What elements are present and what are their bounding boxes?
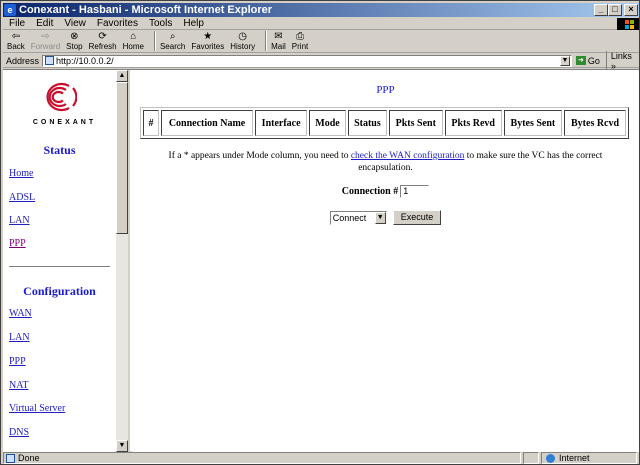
action-row: Connect ▼ Execute	[132, 210, 639, 225]
search-button[interactable]: ⌕ Search	[160, 31, 185, 51]
nav-link-ppp-status[interactable]: PPP	[9, 238, 26, 249]
mail-icon: ✉	[274, 31, 283, 42]
menu-bar: File Edit View Favorites Tools Help	[3, 18, 639, 30]
refresh-button[interactable]: ⟳ Refresh	[89, 31, 117, 51]
status-panel	[523, 452, 539, 464]
nav-frame: CONEXANT Status Home ADSL LAN PPP Config…	[3, 70, 130, 452]
column-header: Bytes Rcvd	[564, 110, 626, 136]
wan-config-notice: If a * appears under Mode column, you ne…	[168, 151, 603, 173]
window-title: Conexant - Hasbani - Microsoft Internet …	[19, 4, 273, 16]
main-frame: PPP # Connection Name Interface Mode Sta…	[132, 70, 639, 452]
table-header-row: # Connection Name Interface Mode Status …	[143, 110, 626, 136]
scroll-thumb[interactable]	[116, 82, 128, 234]
column-header: Connection Name	[160, 110, 254, 136]
favorites-button[interactable]: ★ Favorites	[191, 31, 224, 51]
menu-favorites[interactable]: Favorites	[91, 18, 143, 29]
column-header: #	[143, 110, 159, 136]
internet-explorer-icon: e	[4, 4, 16, 16]
address-url: http://10.0.0.2/	[56, 55, 114, 66]
conexant-logo-icon	[46, 82, 77, 112]
history-button[interactable]: ◷ History	[230, 31, 255, 51]
configuration-heading: Configuration	[23, 284, 96, 298]
globe-icon	[546, 453, 555, 463]
go-arrow-icon: ➜	[575, 56, 586, 65]
column-header: Interface	[255, 110, 308, 136]
connections-table: # Connection Name Interface Mode Status …	[140, 107, 629, 139]
search-icon: ⌕	[169, 31, 176, 42]
page-title: PPP	[376, 84, 395, 96]
page-done-icon	[6, 453, 15, 463]
nav-link-virtual-server[interactable]: Virtual Server	[9, 403, 65, 414]
links-button[interactable]: Links »	[605, 50, 639, 71]
go-button[interactable]: ➜ Go	[575, 56, 600, 66]
nav-scrollbar[interactable]: ▲ ▼	[116, 70, 128, 452]
status-bar: Done Internet	[3, 452, 639, 464]
mail-button[interactable]: ✉ Mail	[271, 31, 286, 51]
back-arrow-icon: ⇦	[11, 31, 21, 42]
security-zone-panel: Internet	[541, 452, 637, 464]
menu-tools[interactable]: Tools	[143, 18, 177, 29]
browser-window: e Conexant - Hasbani - Microsoft Interne…	[0, 0, 640, 465]
action-select[interactable]: Connect ▼	[329, 210, 387, 225]
nav-divider	[9, 266, 110, 268]
wan-config-link[interactable]: check the WAN configuration	[351, 151, 465, 161]
connection-row: Connection # 1	[132, 185, 639, 198]
nav-link-wan[interactable]: WAN	[9, 308, 32, 319]
nav-link-dns[interactable]: DNS	[9, 427, 29, 438]
favorites-icon: ★	[203, 31, 213, 42]
home-button[interactable]: ⌂ Home	[123, 31, 144, 51]
nav-link-adsl[interactable]: ADSL	[9, 192, 35, 203]
history-icon: ◷	[238, 31, 248, 42]
menu-file[interactable]: File	[3, 18, 30, 29]
stop-button[interactable]: ⊗ Stop	[66, 31, 82, 51]
close-button[interactable]: ×	[624, 4, 638, 16]
connection-label: Connection #	[341, 186, 399, 197]
menu-view[interactable]: View	[58, 18, 91, 29]
menu-help[interactable]: Help	[177, 18, 209, 29]
maximize-button[interactable]: □	[608, 4, 622, 16]
chevron-down-icon[interactable]: ▼	[374, 211, 386, 224]
address-input[interactable]: http://10.0.0.2/	[42, 54, 572, 67]
refresh-icon: ⟳	[98, 31, 107, 42]
toolbar-separator	[265, 31, 268, 51]
status-heading: Status	[43, 143, 76, 157]
forward-arrow-icon: ⇨	[41, 31, 50, 42]
title-bar: e Conexant - Hasbani - Microsoft Interne…	[3, 3, 639, 17]
scroll-down-icon[interactable]: ▼	[116, 440, 128, 452]
content-area: CONEXANT Status Home ADSL LAN PPP Config…	[3, 69, 639, 452]
column-header: Status	[347, 110, 387, 136]
back-button[interactable]: ⇦ Back	[7, 31, 25, 51]
menu-edit[interactable]: Edit	[30, 18, 58, 29]
forward-button[interactable]: ⇨ Forward	[31, 31, 60, 51]
nav-link-ppp-config[interactable]: PPP	[9, 356, 26, 367]
stop-icon: ⊗	[70, 31, 79, 42]
nav-link-lan-config[interactable]: LAN	[9, 332, 30, 343]
address-dropdown-icon[interactable]: ▼	[560, 55, 570, 66]
nav-link-nat[interactable]: NAT	[9, 380, 28, 391]
execute-button[interactable]: Execute	[392, 210, 442, 225]
print-button[interactable]: ⎙ Print	[292, 31, 308, 51]
home-icon: ⌂	[130, 31, 137, 42]
column-header: Bytes Sent	[503, 110, 563, 136]
minimize-button[interactable]: _	[594, 4, 608, 16]
windows-logo-icon	[617, 18, 639, 30]
connection-number-input[interactable]: 1	[400, 185, 430, 198]
column-header: Pkts Revd	[444, 110, 502, 136]
print-icon: ⎙	[296, 31, 305, 42]
toolbar: ⇦ Back ⇨ Forward ⊗ Stop ⟳ Refresh ⌂ Home…	[3, 31, 639, 53]
toolbar-separator	[153, 31, 156, 51]
nav-link-home[interactable]: Home	[9, 168, 33, 179]
address-bar: Address http://10.0.0.2/ ▼ ➜ Go Links »	[3, 50, 639, 71]
status-text-panel: Done	[3, 452, 521, 464]
address-label: Address	[6, 55, 40, 66]
column-header: Mode	[309, 110, 346, 136]
nav-link-lan-status[interactable]: LAN	[9, 215, 30, 226]
scroll-up-icon[interactable]: ▲	[116, 70, 128, 82]
logo-text: CONEXANT	[32, 119, 97, 126]
page-icon	[45, 56, 55, 65]
column-header: Pkts Sent	[388, 110, 443, 136]
